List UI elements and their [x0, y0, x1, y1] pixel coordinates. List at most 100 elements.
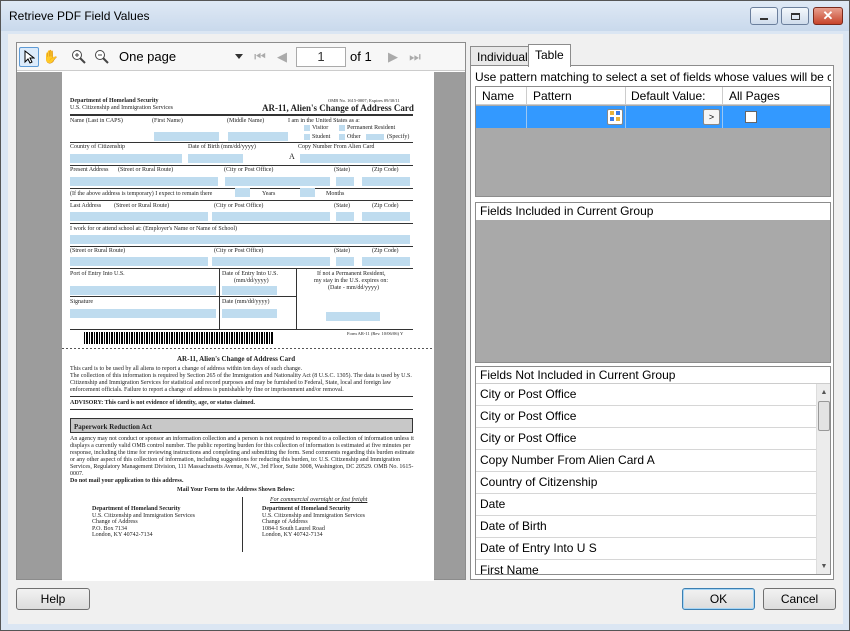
list-item[interactable]: City or Post Office	[476, 428, 816, 450]
field-stay-expires[interactable]	[326, 312, 380, 321]
label-port-entry: Port of Entry Into U.S.	[70, 271, 125, 277]
list-item[interactable]: First Name	[476, 560, 816, 574]
last-page-icon[interactable]: ⏭	[405, 47, 425, 67]
field-date-entry[interactable]	[222, 286, 277, 295]
ok-button[interactable]: OK	[682, 588, 755, 610]
list-item[interactable]: City or Post Office	[476, 384, 816, 406]
list-item[interactable]: Date of Birth	[476, 516, 816, 538]
window-title: Retrieve PDF Field Values	[9, 9, 150, 23]
field-alien-number[interactable]	[300, 154, 410, 163]
pattern-picker-icon[interactable]	[607, 109, 623, 125]
not-included-fields-group: Fields Not Included in Current Group Cit…	[475, 366, 831, 575]
label-state: (State)	[334, 248, 350, 254]
minimize-button[interactable]	[750, 7, 778, 25]
grid-row-selected[interactable]: >	[476, 106, 830, 128]
label-date: Date (mm/dd/yyyy)	[222, 299, 270, 305]
list-item[interactable]: Date	[476, 494, 816, 516]
rule	[70, 396, 413, 397]
check-permanent[interactable]	[339, 125, 345, 131]
label-zip: (Zip Code)	[372, 203, 399, 209]
field-work-school[interactable]	[70, 235, 410, 244]
list-item[interactable]: Country of Citizenship	[476, 472, 816, 494]
field-years[interactable]	[235, 188, 250, 197]
scroll-thumb[interactable]	[818, 401, 830, 431]
pdf-page: Department of Homeland Security U.S. Cit…	[62, 72, 434, 581]
cancel-button[interactable]: Cancel	[763, 588, 836, 610]
col-divider	[526, 87, 527, 105]
field-other-specify[interactable]	[366, 134, 384, 140]
label-copy-number: Copy Number From Alien Card	[298, 144, 375, 150]
close-button[interactable]: ✕	[813, 7, 843, 25]
field-last-city[interactable]	[212, 212, 330, 221]
doc-pra-heading: Paperwork Reduction Act	[70, 418, 413, 433]
select-pointer-icon[interactable]	[19, 47, 39, 67]
page-count-label: of 1	[350, 49, 372, 64]
next-page-icon[interactable]: ▶	[383, 47, 403, 67]
previous-page-icon[interactable]: ◀	[272, 47, 292, 67]
check-student[interactable]	[304, 134, 310, 140]
field-last-zip[interactable]	[362, 212, 410, 221]
label-years: Years	[262, 191, 276, 197]
tab-table[interactable]: Table	[528, 44, 571, 67]
label-temp-note: (If the above address is temporary) I ex…	[70, 191, 213, 197]
field-school-street[interactable]	[70, 257, 208, 266]
maximize-button[interactable]	[781, 7, 809, 25]
field-signature[interactable]	[70, 309, 216, 318]
field-present-state[interactable]	[336, 177, 354, 186]
field-school-state[interactable]	[336, 257, 354, 266]
doc-mail-heading: Mail Your Form to the Address Shown Belo…	[177, 487, 295, 493]
field-dob[interactable]	[188, 154, 243, 163]
page-number-input[interactable]: 1	[296, 47, 346, 67]
doc-pra-text: An agency may not conduct or sponsor an …	[70, 436, 415, 477]
scroll-down-icon[interactable]: ▼	[818, 559, 830, 573]
doc-card-heading: AR-11, Alien's Change of Address Card	[177, 355, 296, 363]
scroll-up-icon[interactable]: ▲	[818, 385, 830, 399]
first-page-icon[interactable]: ⏮	[250, 47, 270, 67]
label-country: Country of Citizenship	[70, 144, 125, 150]
list-item[interactable]: City or Post Office	[476, 406, 816, 428]
label-date-entry: Date of Entry Into U.S.	[222, 271, 278, 277]
title-bar[interactable]: Retrieve PDF Field Values ✕	[1, 1, 849, 31]
rule	[70, 409, 413, 410]
label-specify: (Specify)	[387, 134, 410, 140]
field-present-zip[interactable]	[362, 177, 410, 186]
zoom-select[interactable]: One page	[115, 47, 245, 67]
tab-individual[interactable]: Individual	[470, 46, 535, 66]
zoom-out-icon[interactable]	[92, 47, 112, 67]
dialog-body: ✋ One page ⏮ ◀ 1 of 1 ▶ ⏭ Department of …	[8, 34, 843, 624]
field-present-city[interactable]	[225, 177, 330, 186]
default-value-button[interactable]: >	[703, 109, 720, 125]
hand-tool-icon[interactable]: ✋	[41, 47, 61, 67]
label-zip: (Zip Code)	[372, 248, 399, 254]
check-visitor[interactable]	[304, 125, 310, 131]
field-middle-name[interactable]	[228, 132, 288, 141]
label-status: I am in the United States as a:	[288, 118, 360, 124]
label-state: (State)	[334, 203, 350, 209]
field-last-street[interactable]	[70, 212, 208, 221]
rule	[70, 268, 413, 269]
all-pages-checkbox[interactable]	[745, 111, 757, 123]
field-country[interactable]	[70, 154, 182, 163]
doc-form-title: AR-11, Alien's Change of Address Card	[262, 103, 414, 113]
list-item[interactable]: Date of Entry Into U S	[476, 538, 816, 560]
check-other[interactable]	[339, 134, 345, 140]
field-last-state[interactable]	[336, 212, 354, 221]
not-included-header: Fields Not Included in Current Group	[476, 367, 830, 384]
list-scrollbar[interactable]: ▲ ▼	[816, 384, 830, 574]
rule	[70, 223, 413, 224]
list-item[interactable]: Copy Number From Alien Card A	[476, 450, 816, 472]
zoom-in-icon[interactable]	[69, 47, 89, 67]
rule	[70, 246, 413, 247]
field-date[interactable]	[222, 309, 277, 318]
field-present-street[interactable]	[70, 177, 218, 186]
field-school-city[interactable]	[212, 257, 330, 266]
field-first-name[interactable]	[154, 132, 219, 141]
field-months[interactable]	[300, 188, 315, 197]
label-date-mm: (Date - mm/dd/yyyy)	[328, 285, 379, 291]
doc-overnight: For commercial overnight or fast freight	[270, 497, 368, 503]
field-school-zip[interactable]	[362, 257, 410, 266]
help-button[interactable]: Help	[16, 588, 90, 610]
chevron-down-icon	[235, 54, 243, 59]
viewer-toolbar: ✋ One page ⏮ ◀ 1 of 1 ▶ ⏭	[17, 43, 465, 71]
field-port-entry[interactable]	[70, 286, 216, 295]
